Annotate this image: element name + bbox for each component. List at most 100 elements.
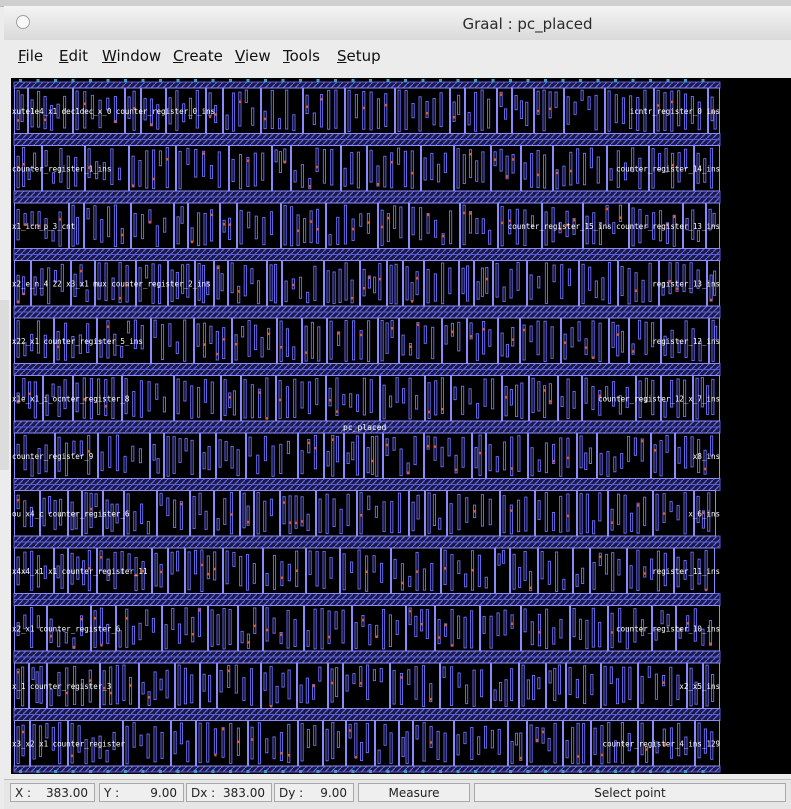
cell-instance[interactable] <box>570 605 608 652</box>
cell-row[interactable]: x4x4_x1 x1 counter_register_11 register_1… <box>12 541 721 600</box>
cell-instance[interactable] <box>534 87 564 134</box>
cell-instance[interactable] <box>340 547 391 594</box>
cell-instance[interactable] <box>281 202 326 249</box>
cell-instance[interactable] <box>229 145 272 192</box>
cell-instance[interactable] <box>196 720 248 767</box>
cell-row[interactable]: counter_register_9 x8_ins <box>12 426 721 485</box>
cell-instance[interactable] <box>491 145 521 192</box>
cell-instance[interactable] <box>261 87 303 134</box>
cell-instance[interactable] <box>409 490 425 537</box>
cell-instance[interactable] <box>221 375 241 422</box>
layout-drawing[interactable]: xute1e4_x1 dec1dec_x_0 counter_register_… <box>11 78 791 774</box>
cell-instance[interactable] <box>390 662 440 709</box>
cell-instance[interactable] <box>343 662 390 709</box>
cell-instance[interactable] <box>298 720 323 767</box>
menu-view[interactable]: View <box>235 47 271 65</box>
cell-instance[interactable] <box>480 605 521 652</box>
cell-instance[interactable] <box>214 260 228 307</box>
cell-instance[interactable] <box>527 260 579 307</box>
cell-instance[interactable] <box>425 375 451 422</box>
cell-instance[interactable] <box>472 432 486 479</box>
cell-instance[interactable] <box>529 375 558 422</box>
cell-instance[interactable] <box>360 260 387 307</box>
cell-instance[interactable] <box>277 317 302 364</box>
cell-instance[interactable] <box>597 432 651 479</box>
cell-instance[interactable] <box>459 260 474 307</box>
cell-instance[interactable] <box>367 145 421 192</box>
title-bar[interactable]: Graal : pc_placed <box>4 6 791 41</box>
cell-instance[interactable] <box>123 720 171 767</box>
cell-instance[interactable] <box>447 490 500 537</box>
menu-setup[interactable]: Setup <box>337 47 381 65</box>
cell-instance[interactable] <box>232 317 277 364</box>
cell-instance[interactable] <box>174 375 221 422</box>
cell-instance[interactable] <box>122 375 174 422</box>
cell-instance[interactable] <box>217 662 261 709</box>
cell-instance[interactable] <box>248 720 298 767</box>
cell-instance[interactable] <box>441 547 495 594</box>
cell-instance[interactable] <box>208 605 238 652</box>
cell-instance[interactable] <box>116 605 162 652</box>
cell-instance[interactable] <box>465 87 497 134</box>
cell-instance[interactable] <box>175 662 200 709</box>
cell-instance[interactable] <box>151 317 194 364</box>
cell-instance[interactable] <box>378 317 399 364</box>
cell-instance[interactable] <box>563 720 591 767</box>
cell-instance[interactable] <box>424 432 472 479</box>
cell-instance[interactable] <box>162 605 208 652</box>
cell-instance[interactable] <box>306 547 340 594</box>
layout-canvas[interactable]: xute1e4_x1 dec1dec_x_0 counter_register_… <box>11 78 791 774</box>
cell-instance[interactable] <box>495 547 510 594</box>
cell-instance[interactable] <box>399 720 413 767</box>
cell-instance[interactable] <box>237 202 281 249</box>
cell-instance[interactable] <box>302 317 327 364</box>
cell-instance[interactable] <box>152 547 168 594</box>
cell-instance[interactable] <box>425 490 447 537</box>
cell-instance[interactable] <box>590 547 627 594</box>
menu-tools[interactable]: Tools <box>283 47 320 65</box>
cell-instance[interactable] <box>220 202 237 249</box>
menu-window[interactable]: Window <box>102 47 161 65</box>
cell-instance[interactable] <box>608 490 653 537</box>
cell-row[interactable]: x1e_x1_i_ocnter_register_8 counter_regist… <box>12 369 721 428</box>
cell-instance[interactable] <box>272 145 291 192</box>
cell-instance[interactable] <box>228 260 267 307</box>
cell-instance[interactable] <box>601 662 638 709</box>
cell-instance[interactable] <box>406 605 435 652</box>
cell-instance[interactable] <box>500 490 535 537</box>
cell-row[interactable]: x2_x1 counter_register_6 counter_register… <box>12 599 721 658</box>
cell-instance[interactable] <box>467 317 498 364</box>
cell-instance[interactable] <box>546 662 566 709</box>
cell-instance[interactable] <box>188 202 220 249</box>
cell-instance[interactable] <box>298 432 324 479</box>
cell-instance[interactable] <box>280 490 316 537</box>
cell-instance[interactable] <box>316 490 357 537</box>
cell-instance[interactable] <box>510 547 538 594</box>
cell-instance[interactable] <box>174 202 188 249</box>
cell-instance[interactable] <box>577 432 597 479</box>
cell-instance[interactable] <box>502 375 529 422</box>
cell-instance[interactable] <box>383 432 424 479</box>
cell-instance[interactable] <box>450 87 465 134</box>
cell-instance[interactable] <box>519 662 546 709</box>
cell-instance[interactable] <box>324 432 344 479</box>
cell-instance[interactable] <box>357 490 409 537</box>
cell-instance[interactable] <box>168 547 185 594</box>
cell-instance[interactable] <box>240 490 254 537</box>
cell-instance[interactable] <box>246 432 298 479</box>
cell-instance[interactable] <box>387 260 403 307</box>
cell-instance[interactable] <box>424 260 459 307</box>
cell-instance[interactable] <box>157 490 190 537</box>
cell-instance[interactable] <box>346 720 375 767</box>
menu-create[interactable]: Create <box>173 47 223 65</box>
cell-instance[interactable] <box>200 662 217 709</box>
cell-instance[interactable] <box>327 317 378 364</box>
cell-instance[interactable] <box>609 317 629 364</box>
cell-row[interactable]: x1_icn_p_3_cnt counter_register_15_ins co… <box>12 196 721 255</box>
cell-instance[interactable] <box>267 260 282 307</box>
cell-instance[interactable] <box>486 432 528 479</box>
menu-edit[interactable]: Edit <box>59 47 88 65</box>
cell-instance[interactable] <box>304 605 352 652</box>
cell-instance[interactable] <box>573 547 590 594</box>
cell-row[interactable]: counter_register_1_ins counter_register_1… <box>12 139 721 198</box>
